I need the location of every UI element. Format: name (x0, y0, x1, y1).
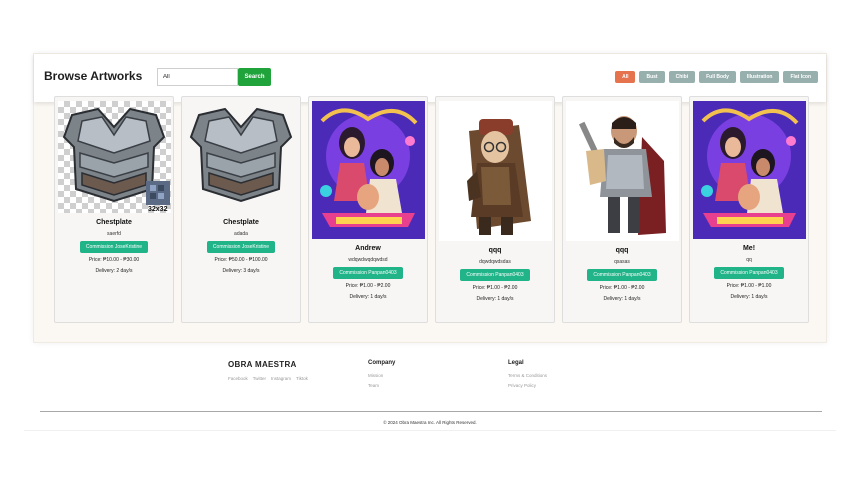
artwork-price: Price: ₱1.00 - ₱2.00 (345, 283, 391, 289)
artwork-delivery: Delivery: 1 day/s (349, 294, 387, 300)
mission-link[interactable]: Mission (368, 373, 395, 378)
artwork-price: Price: ₱1.00 - ₱2.00 (599, 285, 645, 291)
artwork-card[interactable]: Me! qq Commission Panpan0403 Price: ₱1.0… (689, 96, 809, 323)
artwork-card[interactable]: qqq dqwdqwdsdas Commission Panpan0403 Pr… (435, 96, 555, 323)
tiktok-link[interactable]: Tiktok (296, 376, 308, 381)
artwork-grid: 32x32 Chestplate saerfd Commission JoseK… (54, 96, 809, 323)
filter-chibi-button[interactable]: Chibi (668, 71, 696, 83)
terms-link[interactable]: Terms & Conditions (508, 373, 547, 378)
illustration-poster-icon (692, 101, 806, 239)
artwork-title: qqq (615, 247, 629, 254)
footer-company-heading: Company (368, 360, 396, 366)
search-button[interactable]: Search (238, 68, 271, 86)
artwork-price: Price: ₱10.00 - ₱30.00 (88, 257, 140, 263)
artwork-description: adada (234, 231, 248, 237)
footer-brand-column: OBRA MAESTRA Facebook Twitter Instagram … (228, 360, 308, 381)
commission-button[interactable]: Commission JoseKristine (206, 241, 276, 253)
artwork-description: qsasas (614, 259, 630, 265)
instagram-link[interactable]: Instagram (271, 376, 291, 381)
artwork-image (692, 101, 806, 239)
filter-flat-icon-button[interactable]: Flat Icon (783, 71, 818, 83)
artwork-price: Price: ₱1.00 - ₱2.00 (472, 285, 518, 291)
footer-legal-column: Legal Terms & Conditions Privacy Policy (508, 360, 547, 388)
commission-button[interactable]: Commission JoseKristine (79, 241, 149, 253)
artwork-description: wdqwdwqdqwdsd (348, 257, 388, 263)
privacy-policy-link[interactable]: Privacy Policy (508, 383, 547, 388)
footer-brand: OBRA MAESTRA (228, 360, 297, 369)
bottom-divider (24, 430, 836, 431)
artwork-image (565, 101, 679, 241)
commission-button[interactable]: Commission Panpan0403 (333, 267, 403, 279)
facebook-link[interactable]: Facebook (228, 376, 248, 381)
artwork-card[interactable]: Andrew wdqwdwqdqwdsd Commission Panpan04… (308, 96, 428, 323)
filter-full-body-button[interactable]: Full Body (699, 71, 736, 83)
artwork-title: Chestplate (96, 219, 132, 226)
artwork-title: qqq (488, 247, 502, 254)
artwork-delivery: Delivery: 2 day/s (95, 268, 133, 274)
artwork-image: 32x32 (57, 101, 171, 213)
artwork-delivery: Delivery: 3 day/s (222, 268, 260, 274)
page-title: Browse Artworks (44, 69, 143, 83)
artwork-image (438, 101, 552, 241)
artwork-title: Andrew (355, 245, 381, 252)
illustration-poster-icon (311, 101, 425, 239)
category-filters: All Bust Chibi Full Body Illustration Fl… (615, 71, 818, 83)
artwork-image (311, 101, 425, 239)
browse-header: Browse Artworks Search All Bust Chibi Fu… (34, 54, 826, 102)
filter-bust-button[interactable]: Bust (639, 71, 665, 83)
commission-button[interactable]: Commission Panpan0403 (460, 269, 530, 281)
warrior-character-icon (565, 101, 679, 241)
artwork-title: Chestplate (223, 219, 259, 226)
commission-button[interactable]: Commission Panpan0403 (587, 269, 657, 281)
artwork-price: Price: ₱50.00 - ₱100.00 (214, 257, 268, 263)
artwork-delivery: Delivery: 1 day/s (476, 296, 514, 302)
artwork-image (185, 101, 298, 213)
image-caption: 32x32 (148, 206, 168, 213)
footer-divider (40, 411, 822, 412)
team-link[interactable]: Team (368, 383, 395, 388)
footer-company-column: Company Mission Team (368, 360, 395, 388)
artwork-description: qq (746, 257, 752, 263)
commission-button[interactable]: Commission Panpan0403 (714, 267, 784, 279)
footer-legal-heading: Legal (508, 360, 524, 366)
artwork-description: dqwdqwdsdas (479, 259, 511, 265)
adventurer-character-icon (438, 101, 552, 241)
artwork-card[interactable]: 32x32 Chestplate saerfd Commission JoseK… (54, 96, 174, 323)
twitter-link[interactable]: Twitter (253, 376, 266, 381)
pixel-chestplate-icon (189, 107, 292, 203)
artwork-price: Price: ₱1.00 - ₱1.00 (726, 283, 772, 289)
company-links: Mission Team (368, 373, 395, 388)
search-input[interactable] (157, 68, 238, 86)
artwork-delivery: Delivery: 1 day/s (603, 296, 641, 302)
artwork-card[interactable]: Chestplate adada Commission JoseKristine… (181, 96, 301, 323)
artwork-title: Me! (742, 245, 756, 252)
copyright-text: © 2024 Obra Maestra Inc. All Rights Rese… (383, 420, 477, 425)
artwork-card[interactable]: qqq qsasas Commission Panpan0403 Price: … (562, 96, 682, 323)
browse-panel: Browse Artworks Search All Bust Chibi Fu… (33, 53, 827, 343)
filter-illustration-button[interactable]: Illustration (739, 71, 780, 83)
filter-all-button[interactable]: All (615, 71, 636, 83)
legal-links: Terms & Conditions Privacy Policy (508, 373, 547, 388)
social-links: Facebook Twitter Instagram Tiktok (228, 376, 308, 381)
artwork-description: saerfd (107, 231, 121, 237)
artwork-delivery: Delivery: 1 day/s (730, 294, 768, 300)
pixel-chestplate-icon: 32x32 (62, 107, 170, 213)
